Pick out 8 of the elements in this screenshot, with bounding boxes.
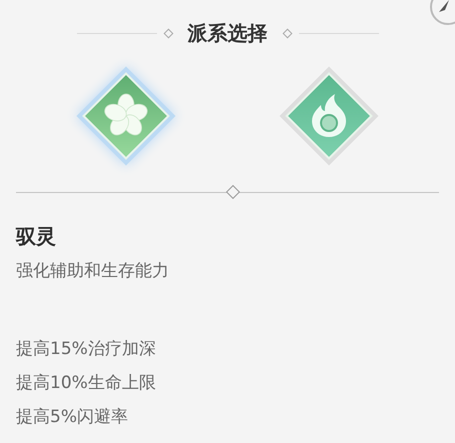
diamond-ornament <box>282 28 292 38</box>
bonus-text: 提高15%治疗加深 <box>16 338 157 361</box>
section-title: 派系选择 <box>188 20 268 47</box>
diamond-ornament <box>163 28 173 38</box>
bonus-text: 提高5%闪避率 <box>16 406 129 429</box>
faction-name: 驭灵 <box>16 223 57 249</box>
faction-description: 强化辅助和生存能力 <box>16 260 170 283</box>
bonus-text: 提高10%生命上限 <box>16 372 157 395</box>
